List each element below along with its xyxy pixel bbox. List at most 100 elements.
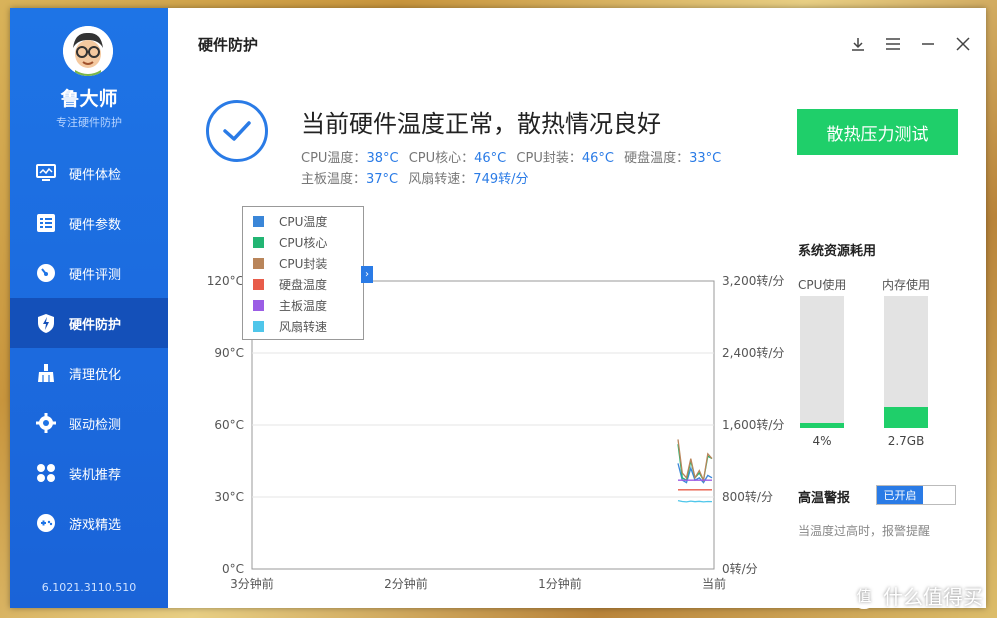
memory-usage-bar — [884, 296, 928, 428]
minimize-icon[interactable] — [918, 34, 938, 54]
right-axis-tick-label: 0转/分 — [722, 561, 758, 576]
download-icon[interactable] — [848, 34, 868, 54]
x-axis-tick-label: 3分钟前 — [230, 576, 274, 591]
legend-item-fan-speed[interactable]: 风扇转速 — [253, 316, 363, 337]
left-axis-tick-label: 30°C — [214, 490, 244, 504]
sidebar-item-cleanup[interactable]: 清理优化 — [10, 348, 168, 398]
high-temp-alarm-toggle[interactable]: 已开启 — [876, 485, 956, 505]
sidebar-item-label: 驱动检测 — [69, 417, 122, 433]
cpu-package-value: 46°C — [581, 151, 614, 166]
sidebar-item-hardware-params[interactable]: 硬件参数 — [10, 198, 168, 248]
left-axis-tick-label: 0°C — [222, 562, 244, 576]
sidebar-item-label: 硬件防护 — [69, 317, 122, 333]
memory-usage-fill — [884, 406, 928, 428]
legend-label: CPU封装 — [279, 257, 328, 271]
temperature-line-1: CPU温度：38°C CPU核心：46°C CPU封装：46°C 硬盘温度：33… — [301, 148, 727, 169]
list-icon — [35, 212, 57, 234]
legend-label: 风扇转速 — [279, 320, 328, 334]
cpu-temp-value: 38°C — [366, 151, 399, 166]
disk-temp-label: 硬盘温度： — [624, 151, 690, 166]
right-axis-tick-label: 2,400转/分 — [722, 345, 784, 360]
shield-bolt-icon — [35, 312, 57, 334]
legend-item-cpu-package[interactable]: CPU封装 — [253, 253, 363, 274]
stress-test-button[interactable]: 散热压力测试 — [797, 109, 958, 155]
left-axis-tick-label: 60°C — [214, 418, 244, 432]
legend-item-cpu-core[interactable]: CPU核心 — [253, 232, 363, 253]
chart-legend: CPU温度 CPU核心 CPU封装 硬盘温度 主板温度 风扇转速 — [242, 206, 364, 340]
sidebar-item-build-recommend[interactable]: 装机推荐 — [10, 448, 168, 498]
series-line-5 — [677, 499, 713, 503]
legend-collapse-icon[interactable]: › — [361, 266, 373, 283]
gear-icon — [35, 412, 57, 434]
legend-label: CPU温度 — [279, 215, 328, 229]
cpu-package-label: CPU封装： — [516, 151, 582, 166]
memory-usage-value: 2.7GB — [887, 434, 925, 448]
board-temp-label: 主板温度： — [301, 172, 367, 187]
close-icon[interactable] — [953, 34, 973, 54]
high-temp-alarm-description: 当温度过高时，报警提醒 — [798, 524, 931, 538]
board-temp-value: 37°C — [366, 172, 399, 187]
sidebar-item-label: 清理优化 — [69, 367, 122, 383]
sidebar-item-label: 硬件评测 — [69, 267, 122, 283]
cpu-usage-bar — [800, 296, 844, 428]
memory-usage-label: 内存使用 — [882, 278, 931, 292]
cpu-core-label: CPU核心： — [408, 151, 475, 166]
menu-icon[interactable] — [883, 34, 903, 54]
legend-swatch — [253, 237, 264, 248]
right-axis-tick-label: 1,600转/分 — [722, 417, 784, 432]
monitor-icon — [35, 162, 57, 184]
left-axis-tick-label: 120°C — [207, 274, 244, 288]
page-title: 硬件防护 — [198, 36, 259, 54]
sidebar-item-hardware-benchmark[interactable]: 硬件评测 — [10, 248, 168, 298]
app-window: 鲁大师 专注硬件防护 硬件体检 硬件参数 硬件评测 硬件防护 清理优化 驱动检测… — [10, 8, 986, 608]
right-axis-tick-label: 3,200转/分 — [722, 273, 784, 288]
x-axis-tick-label: 当前 — [702, 576, 726, 591]
watermark-text: 什么值得买 — [883, 585, 983, 609]
temperature-line-2: 主板温度：37°C 风扇转速：749转/分 — [301, 169, 727, 190]
fan-speed-label: 风扇转速： — [408, 172, 474, 187]
main-panel: 硬件防护 当前硬件温度正常，散热情况良好 CPU温度：38°C CPU核心：46… — [168, 8, 986, 608]
fan-speed-value: 749转/分 — [473, 172, 529, 187]
legend-swatch — [253, 216, 264, 227]
legend-swatch — [253, 258, 264, 269]
toggle-on-label: 已开启 — [877, 486, 923, 504]
resource-title: 系统资源耗用 — [798, 244, 877, 259]
watermark: 值 什么值得买 — [851, 581, 983, 610]
sidebar-item-label: 游戏精选 — [69, 517, 122, 533]
temperature-chart: 120°C 3,200转/分 90°C 2,400转/分 60°C 1,600转/分 30°… — [168, 203, 788, 593]
legend-item-board-temp[interactable]: 主板温度 — [253, 295, 363, 316]
legend-swatch — [253, 321, 264, 332]
x-axis-tick-label: 1分钟前 — [538, 576, 582, 591]
legend-label: CPU核心 — [279, 236, 328, 250]
gauge-icon — [35, 262, 57, 284]
status-check-icon — [206, 100, 268, 162]
cpu-usage-label: CPU使用 — [798, 278, 847, 292]
brand-avatar — [63, 26, 113, 76]
disk-temp-value: 33°C — [689, 151, 722, 166]
legend-label: 硬盘温度 — [279, 278, 328, 292]
series-line-2 — [677, 439, 713, 483]
status-title: 当前硬件温度正常，散热情况良好 — [301, 110, 661, 138]
high-temp-alarm-title: 高温警报 — [798, 491, 851, 506]
temperature-readout: CPU温度：38°C CPU核心：46°C CPU封装：46°C 硬盘温度：33… — [301, 148, 727, 190]
left-axis-tick-label: 90°C — [214, 346, 244, 360]
sidebar-item-hardware-protection[interactable]: 硬件防护 — [10, 298, 168, 348]
cpu-core-value: 46°C — [474, 151, 507, 166]
watermark-logo-icon: 值 — [851, 582, 877, 609]
sidebar-item-label: 硬件参数 — [69, 217, 122, 233]
cpu-usage-fill — [800, 422, 844, 428]
sidebar-item-label: 装机推荐 — [69, 467, 122, 483]
legend-swatch — [253, 300, 264, 311]
sidebar-item-label: 硬件体检 — [69, 167, 122, 183]
brand-name: 鲁大师 — [60, 88, 118, 110]
version-label: 6.1021.3110.510 — [41, 581, 137, 594]
sidebar-item-games[interactable]: 游戏精选 — [10, 498, 168, 548]
gamepad-icon — [35, 512, 57, 534]
legend-item-cpu-temp[interactable]: CPU温度 — [253, 211, 363, 232]
sidebar-item-driver-check[interactable]: 驱动检测 — [10, 398, 168, 448]
cpu-temp-label: CPU温度： — [301, 151, 367, 166]
brand-tagline: 专注硬件防护 — [56, 116, 122, 129]
sidebar-nav: 硬件体检 硬件参数 硬件评测 硬件防护 清理优化 驱动检测 装机推荐 游戏精选 — [10, 148, 168, 548]
legend-item-disk-temp[interactable]: 硬盘温度 — [253, 274, 363, 295]
sidebar-item-hardware-check[interactable]: 硬件体检 — [10, 148, 168, 198]
